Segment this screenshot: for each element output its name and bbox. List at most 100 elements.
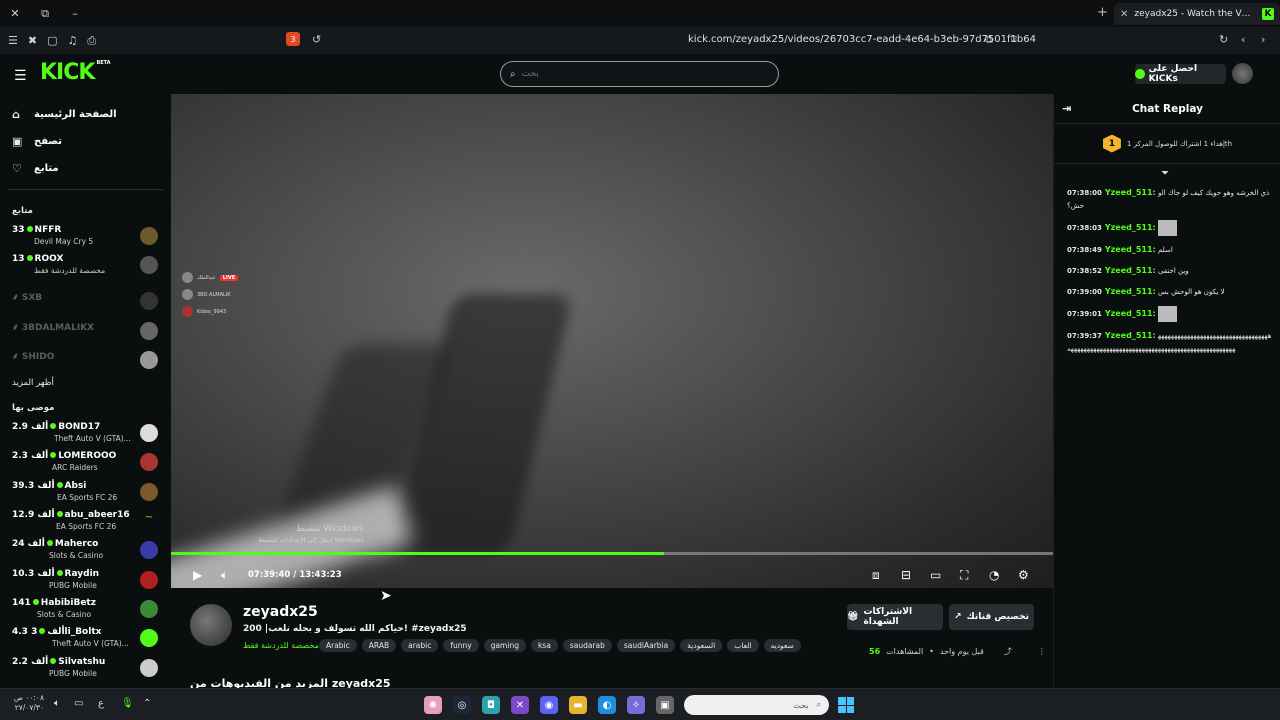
steam-icon[interactable]: ◎ xyxy=(453,696,471,714)
customize-channel-button[interactable]: ↗ تخصيص قناتك xyxy=(949,604,1034,630)
close-window-icon[interactable]: ✕ xyxy=(0,0,30,27)
browser-tab[interactable]: ✕ zeyadx25 - Watch the VOD o K xyxy=(1114,3,1280,25)
channel-row[interactable]: 4.3 ألف3li_Boltx Theft Auto V (GTA)... xyxy=(12,627,162,655)
show-more-link[interactable]: أظهر المزيد xyxy=(12,378,54,388)
restore-window-icon[interactable]: ⧉ xyxy=(30,0,60,27)
external-link-icon: ↗ xyxy=(953,612,962,622)
network-icon[interactable]: ▭ xyxy=(74,698,83,709)
category-link[interactable]: مخصصة للدردشة فقط xyxy=(243,641,319,650)
search-box[interactable]: ⌕ xyxy=(500,61,779,87)
volume-icon[interactable]: 🔈︎ xyxy=(221,568,228,583)
channel-row[interactable]: 141 HabibiBetz Slots & Casino xyxy=(12,598,162,626)
app-icon[interactable]: ◘ xyxy=(482,696,500,714)
hamburger-menu-icon[interactable]: ☰ xyxy=(14,68,27,84)
minimize-window-icon[interactable]: – xyxy=(60,0,90,27)
channel-row[interactable]: 2.3 ألف LOMEROOO ARC Raiders xyxy=(12,451,162,479)
get-kicks-button[interactable]: احصل على KICKs xyxy=(1135,64,1226,84)
discord-icon[interactable]: ◉ xyxy=(540,696,558,714)
channel-row[interactable]: 2.9 ألف BOND17 Theft Auto V (GTA)... xyxy=(12,422,162,450)
channel-row[interactable]: ⸙ SHIDO xyxy=(12,349,162,377)
tag-chip[interactable]: Arabic xyxy=(319,639,357,652)
app-icon[interactable]: ✕ xyxy=(511,696,529,714)
task-view-icon[interactable]: ▣ xyxy=(656,696,674,714)
brave-shield-icon[interactable]: 3 xyxy=(286,32,300,46)
tag-chip[interactable]: arabic xyxy=(401,639,439,652)
channel-row[interactable]: ⸙ 3BDALMALIKX xyxy=(12,320,162,348)
search-input[interactable] xyxy=(521,69,752,79)
collapse-chat-icon[interactable]: ⇥ xyxy=(1062,102,1071,115)
chat-username[interactable]: Yzeed_511: xyxy=(1105,309,1156,318)
channel-avatar[interactable] xyxy=(190,604,232,646)
tag-chip[interactable]: saudiAarbia xyxy=(616,639,676,652)
tag-chip[interactable]: العاب xyxy=(727,639,759,652)
tag-chip[interactable]: ARAB xyxy=(361,639,397,652)
sidebar-toggle-icon[interactable]: ☰ xyxy=(8,34,18,48)
tag-chip[interactable]: funny xyxy=(443,639,479,652)
music-icon[interactable]: ♫ xyxy=(68,34,78,48)
chat-username[interactable]: Yzeed_511: xyxy=(1105,188,1156,197)
gift-subs-button[interactable]: 🎁︎ الاشتراكات الشهداة xyxy=(847,604,943,630)
tag-chip[interactable]: saudarab xyxy=(562,639,612,652)
video-player[interactable]: عبدالملك LIVE 3BD ALMALIK Kidoo_9943 تنشي… xyxy=(171,94,1053,588)
channel-row[interactable]: ⸙ SXB xyxy=(12,290,162,318)
url-field[interactable]: kick.com/zeyadx25/videos/26703cc7-eadd-4… xyxy=(688,34,1036,45)
channel-name[interactable]: zeyadx25 xyxy=(243,604,318,620)
new-tab-icon[interactable]: + xyxy=(1097,5,1108,20)
channel-row[interactable]: 24 ألف Maherco Slots & Casino xyxy=(12,539,162,567)
channel-row[interactable]: 2.2 ألف Silvatshu PUBG Mobile xyxy=(12,657,162,685)
chat-username[interactable]: Yzeed_511: xyxy=(1105,245,1156,254)
edge-icon[interactable]: ◐ xyxy=(598,696,616,714)
channel-row[interactable]: 13 ROOX مخصصة للدردشة فقط xyxy=(12,254,162,282)
show-hidden-icons-icon[interactable]: ⌃ xyxy=(143,698,151,709)
tag-chip[interactable]: السعودية xyxy=(680,639,723,652)
play-icon[interactable]: ▶ xyxy=(193,568,202,582)
theater-icon[interactable]: ▭ xyxy=(930,568,941,582)
file-explorer-icon[interactable]: ▬ xyxy=(569,696,587,714)
seek-bar[interactable] xyxy=(171,552,1053,555)
channel-row[interactable]: 10.3 ألف Raydin PUBG Mobile xyxy=(12,569,162,597)
sidebar-item-browse[interactable]: ▣ تصفح xyxy=(12,135,62,148)
chat-message: 07:38:49 Yzeed_511: اسلم xyxy=(1067,243,1272,257)
forward-icon[interactable]: › xyxy=(1261,33,1265,46)
pip-icon[interactable]: ⧈ xyxy=(872,568,880,583)
bookmark-icon[interactable]: ⌑ xyxy=(1011,33,1017,46)
speed-icon[interactable]: ◔ xyxy=(989,568,999,582)
tag-chip[interactable]: gaming xyxy=(483,639,526,652)
chat-username[interactable]: Yzeed_511: xyxy=(1105,266,1156,275)
share-icon[interactable]: ⤴ xyxy=(1004,646,1012,657)
fullscreen-icon[interactable]: ⛶ xyxy=(960,568,968,583)
speaker-icon[interactable]: 🔈︎ xyxy=(54,698,60,709)
chat-username[interactable]: Yzeed_511: xyxy=(1105,331,1156,340)
back-arrow-icon[interactable]: ↺ xyxy=(312,33,321,46)
copilot-icon[interactable]: ✧ xyxy=(627,696,645,714)
channel-row[interactable]: 12.9 ألف abu_abeer16 EA Sports FC 26 ~ xyxy=(12,510,162,538)
screenshot-icon[interactable]: ⎙ xyxy=(87,34,96,48)
kick-logo[interactable]: KICK BETA xyxy=(40,60,111,85)
tag-chip[interactable]: سعوديه xyxy=(763,639,801,652)
settings-gear-icon[interactable]: ⚙ xyxy=(1018,568,1029,582)
chat-username[interactable]: Yzeed_511: xyxy=(1105,287,1156,296)
more-options-icon[interactable]: ⋮ xyxy=(1038,647,1046,656)
taskbar-search[interactable]: بحث ⌕ xyxy=(684,695,829,715)
sidebar-item-following[interactable]: ♡ متابع xyxy=(12,162,59,175)
user-avatar[interactable] xyxy=(1232,63,1253,84)
panel-icon[interactable]: ▢ xyxy=(47,34,57,48)
microphone-icon[interactable]: 🎙︎ xyxy=(121,698,134,709)
clip-icon[interactable]: ⊟ xyxy=(901,568,911,582)
taskbar-clock[interactable]: ٠٠:٠٨ ص ٢٧/٠٧/٣٠ xyxy=(12,693,44,713)
tag-chip[interactable]: ksa xyxy=(530,639,558,652)
language-indicator[interactable]: ع xyxy=(98,698,104,709)
chat-username[interactable]: Yzeed_511: xyxy=(1105,223,1156,232)
seek-bar-fill xyxy=(171,552,665,555)
channel-row[interactable]: 39.3 ألف Absi EA Sports FC 26 xyxy=(12,481,162,509)
tools-icon[interactable]: ✖ xyxy=(28,34,37,48)
chat-filter-icon[interactable]: ⏷ xyxy=(1161,168,1169,179)
back-icon[interactable]: ‹ xyxy=(1241,33,1245,46)
sidebar-item-home[interactable]: ⌂ الصفحة الرئيسية xyxy=(12,108,117,121)
close-tab-icon[interactable]: ✕ xyxy=(1120,9,1128,20)
windows-start-icon[interactable] xyxy=(838,697,854,713)
app-icon[interactable]: ✺ xyxy=(424,696,442,714)
link-icon[interactable]: ⧉ xyxy=(985,33,993,47)
channel-row[interactable]: 33 NFFR Devil May Cry 5 xyxy=(12,225,162,253)
reload-icon[interactable]: ↻ xyxy=(1219,33,1228,46)
